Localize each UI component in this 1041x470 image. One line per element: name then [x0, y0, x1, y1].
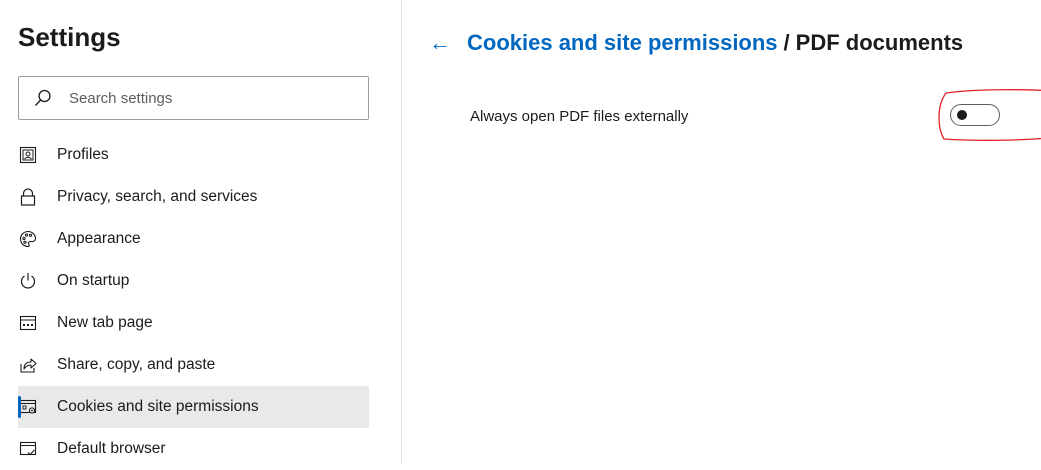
sidebar-item-label: Cookies and site permissions [57, 398, 259, 415]
search-icon [35, 89, 51, 106]
sidebar-item-label: Share, copy, and paste [57, 356, 216, 373]
new-tab-icon [18, 313, 38, 333]
sidebar-item-appearance[interactable]: Appearance [18, 218, 369, 260]
settings-nav: Profiles Privacy, search, and services A… [18, 134, 369, 470]
search-settings-box[interactable] [18, 76, 369, 120]
breadcrumb-separator: / [783, 30, 790, 55]
sidebar-item-profiles[interactable]: Profiles [18, 134, 369, 176]
sidebar-item-label: Profiles [57, 146, 109, 163]
profile-icon [18, 145, 38, 165]
toggle-knob [957, 110, 967, 120]
lock-icon [18, 187, 38, 207]
sidebar-item-label: On startup [57, 272, 130, 289]
sidebar-item-label: Default browser [57, 440, 166, 457]
search-input[interactable] [67, 88, 351, 108]
palette-icon [18, 229, 38, 249]
main-content: ← Cookies and site permissions / PDF doc… [403, 0, 1041, 463]
share-icon [18, 355, 38, 375]
sidebar-item-on-startup[interactable]: On startup [18, 260, 369, 302]
power-icon [18, 271, 38, 291]
sidebar-item-share-copy-paste[interactable]: Share, copy, and paste [18, 344, 369, 386]
sidebar-item-label: Privacy, search, and services [57, 188, 258, 205]
breadcrumb: ← Cookies and site permissions / PDF doc… [429, 30, 963, 56]
open-pdf-externally-toggle[interactable] [950, 104, 1000, 126]
sidebar-item-cookies-site-permissions[interactable]: Cookies and site permissions [18, 386, 369, 428]
active-indicator [18, 396, 21, 418]
setting-label: Always open PDF files externally [470, 107, 689, 125]
back-arrow-icon[interactable]: ← [429, 30, 451, 56]
setting-row-open-pdf-externally: Always open PDF files externally [470, 104, 1030, 128]
settings-title: Settings [18, 22, 121, 52]
settings-sidebar: Settings Profiles Privacy, search, and s… [0, 0, 402, 463]
page-title: PDF documents [795, 30, 964, 55]
breadcrumb-parent-link[interactable]: Cookies and site permissions [467, 30, 778, 56]
site-permissions-icon [18, 397, 38, 417]
sidebar-item-default-browser[interactable]: Default browser [18, 428, 369, 470]
sidebar-item-privacy[interactable]: Privacy, search, and services [18, 176, 369, 218]
default-browser-icon [18, 439, 38, 459]
sidebar-item-label: New tab page [57, 314, 153, 331]
sidebar-item-new-tab-page[interactable]: New tab page [18, 302, 369, 344]
sidebar-item-label: Appearance [57, 230, 141, 247]
